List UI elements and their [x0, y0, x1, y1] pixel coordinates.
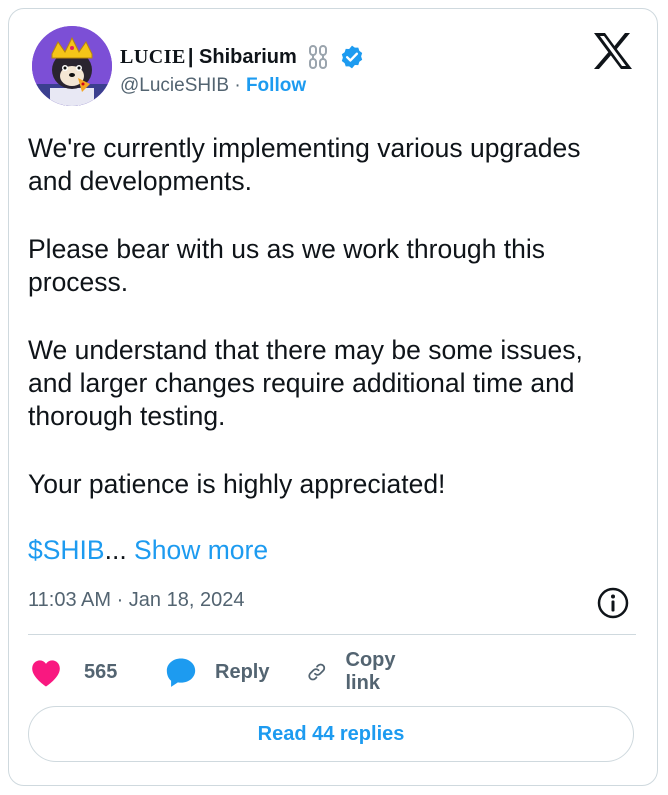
show-more-link[interactable]: Show more: [127, 535, 268, 565]
info-icon[interactable]: [596, 586, 630, 625]
author-handle[interactable]: @LucieSHIB: [120, 75, 229, 96]
tweet-paragraph: Please bear with us as we work through t…: [28, 234, 546, 297]
copy-link-button[interactable]: Copy link: [306, 649, 406, 694]
copy-link-label: Copy link: [345, 649, 396, 694]
like-button[interactable]: 565: [28, 652, 117, 692]
tweet-text: We're currently implementing various upg…: [28, 132, 628, 536]
divider: [28, 634, 636, 635]
verified-badge-icon: [339, 44, 365, 70]
reply-button[interactable]: Reply: [163, 652, 269, 692]
reply-bubble-icon: [166, 658, 196, 687]
author-handle-row: @LucieSHIB · Follow: [120, 75, 306, 97]
like-count: 565: [84, 660, 118, 683]
ellipsis: ...: [104, 535, 127, 565]
tweet-paragraph: We understand that there may be some iss…: [28, 335, 583, 431]
follow-button[interactable]: Follow: [246, 75, 306, 96]
heart-icon: [32, 660, 60, 687]
tweet-paragraph: We're currently implementing various upg…: [28, 133, 581, 196]
chain-link-icon: [305, 44, 331, 70]
author-name: | Shibarium: [187, 45, 297, 68]
shiba-king-avatar-icon: [32, 26, 112, 106]
author-name-row[interactable]: LUCIE | Shibarium: [120, 44, 365, 70]
cashtag-link[interactable]: $SHIB: [28, 535, 105, 565]
tweet-timestamp[interactable]: 11:03 AM · Jan 18, 2024: [28, 589, 244, 612]
read-replies-button[interactable]: Read 44 replies: [28, 706, 634, 762]
x-logo-icon[interactable]: [592, 32, 634, 75]
reply-label: Reply: [215, 660, 270, 683]
separator-dot: ·: [234, 75, 241, 96]
avatar[interactable]: [32, 26, 112, 106]
tweet-paragraph: Your patience is highly appreciated!: [28, 469, 446, 499]
show-more-row: $SHIB... Show more: [28, 534, 268, 567]
author-name-brand: LUCIE: [120, 45, 186, 68]
link-icon: [308, 663, 326, 681]
